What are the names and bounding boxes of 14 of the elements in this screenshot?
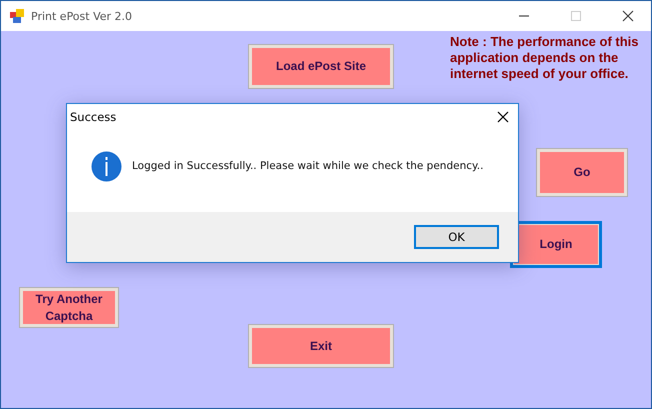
close-icon[interactable] — [622, 10, 634, 22]
dialog-message: Logged in Successfully.. Please wait while we check the pendency.. — [132, 160, 484, 172]
close-icon[interactable] — [497, 111, 509, 123]
form-button[interactable]: Login — [510, 221, 602, 268]
dialog-title: Success — [70, 110, 118, 124]
form-button[interactable]: Exit — [249, 325, 393, 367]
info-icon — [91, 150, 122, 182]
form-button[interactable]: Try Another Captcha — [20, 288, 118, 327]
window-title: Print ePost Ver 2.0 — [31, 10, 134, 22]
note-text: Note : The performance of this application depends on the internet speed of your office. — [450, 34, 640, 82]
app-icon — [9, 8, 25, 24]
ok-button[interactable]: OK — [414, 225, 499, 249]
form-button[interactable]: Load ePost Site — [249, 45, 393, 88]
form-button[interactable]: Go — [537, 149, 627, 196]
